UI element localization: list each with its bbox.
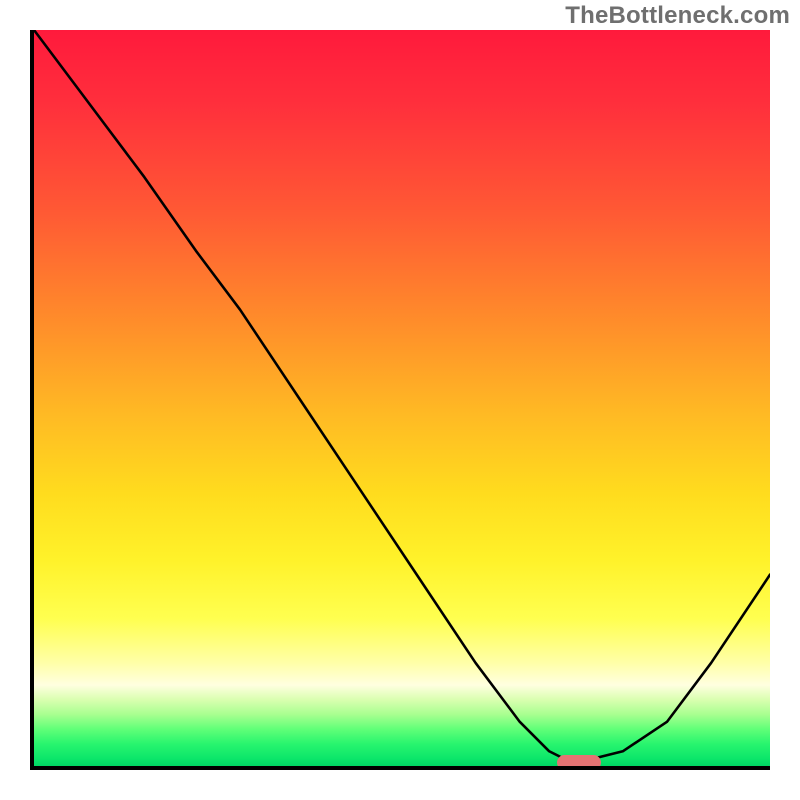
optimal-range-marker: [557, 755, 601, 770]
watermark-text: TheBottleneck.com: [565, 2, 790, 30]
chart-curve-path: [34, 30, 770, 759]
chart-curve: [34, 30, 770, 766]
chart-plot-area: [30, 30, 770, 770]
